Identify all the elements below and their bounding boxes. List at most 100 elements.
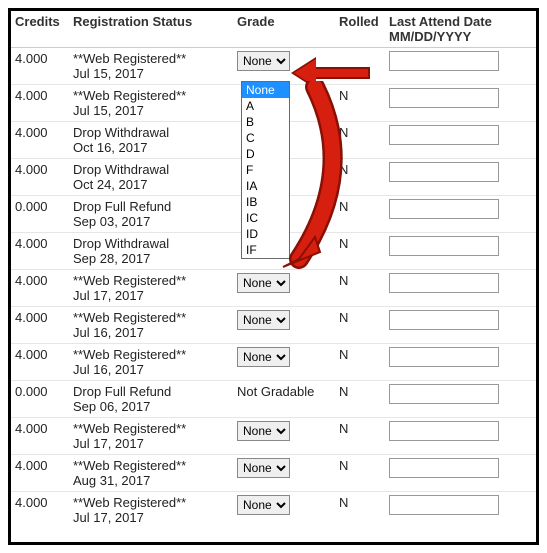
last-attend-input[interactable]	[389, 162, 499, 182]
last-attend-cell	[385, 455, 536, 492]
reg-status-text: Drop Withdrawal	[73, 236, 169, 251]
reg-status-cell: Drop WithdrawalOct 24, 2017	[69, 159, 233, 196]
rolled-cell: N	[335, 233, 385, 270]
grade-option[interactable]: IC	[242, 210, 289, 226]
grade-select[interactable]: NoneABCDFIAIBICIDIF	[237, 310, 290, 330]
table-row: 4.000**Web Registered**Jul 16, 2017NoneA…	[11, 344, 536, 381]
reg-status-text: Drop Full Refund	[73, 384, 171, 399]
credits-cell: 4.000	[11, 344, 69, 381]
reg-status-cell: **Web Registered**Jul 15, 2017	[69, 48, 233, 85]
grade-option[interactable]: F	[242, 162, 289, 178]
grade-option[interactable]: D	[242, 146, 289, 162]
reg-status-date: Jul 17, 2017	[73, 288, 229, 303]
table-row: 4.000**Web Registered**Jul 15, 2017NoneA…	[11, 48, 536, 85]
grade-option[interactable]: IA	[242, 178, 289, 194]
credits-cell: 4.000	[11, 48, 69, 85]
table-row: 4.000**Web Registered**Jul 17, 2017NoneA…	[11, 270, 536, 307]
credits-cell: 0.000	[11, 381, 69, 418]
credits-cell: 4.000	[11, 492, 69, 529]
reg-status-cell: **Web Registered**Jul 15, 2017	[69, 85, 233, 122]
last-attend-input[interactable]	[389, 347, 499, 367]
table-row: 4.000**Web Registered**Aug 31, 2017NoneA…	[11, 455, 536, 492]
grade-option[interactable]: IF	[242, 242, 289, 258]
col-header-credits: Credits	[11, 11, 69, 48]
col-header-grade: Grade	[233, 11, 335, 48]
reg-status-date: Oct 24, 2017	[73, 177, 229, 192]
rolled-cell: N	[335, 344, 385, 381]
grade-select[interactable]: NoneABCDFIAIBICIDIF	[237, 347, 290, 367]
reg-status-cell: **Web Registered**Jul 16, 2017	[69, 344, 233, 381]
rolled-cell: N	[335, 159, 385, 196]
last-attend-input[interactable]	[389, 125, 499, 145]
rolled-cell: N	[335, 85, 385, 122]
grade-select[interactable]: NoneABCDFIAIBICIDIF	[237, 421, 290, 441]
reg-status-date: Jul 15, 2017	[73, 66, 229, 81]
grade-cell: NoneABCDFIAIBICIDIF	[233, 492, 335, 529]
credits-cell: 4.000	[11, 85, 69, 122]
reg-status-cell: **Web Registered**Jul 17, 2017	[69, 270, 233, 307]
last-attend-cell	[385, 344, 536, 381]
grade-select[interactable]: NoneABCDFIAIBICIDIF	[237, 458, 290, 478]
reg-status-text: **Web Registered**	[73, 458, 186, 473]
grade-cell: NoneABCDFIAIBICIDIF	[233, 344, 335, 381]
grade-option[interactable]: IB	[242, 194, 289, 210]
grade-cell: NoneABCDFIAIBICIDIF	[233, 418, 335, 455]
grade-option[interactable]: A	[242, 98, 289, 114]
reg-status-cell: Drop Full RefundSep 06, 2017	[69, 381, 233, 418]
rolled-cell: N	[335, 196, 385, 233]
grade-option[interactable]: None	[242, 82, 289, 98]
last-attend-input[interactable]	[389, 495, 499, 515]
last-attend-cell	[385, 418, 536, 455]
reg-status-date: Sep 03, 2017	[73, 214, 229, 229]
reg-status-date: Jul 15, 2017	[73, 103, 229, 118]
reg-status-date: Jul 17, 2017	[73, 436, 229, 451]
last-attend-cell	[385, 270, 536, 307]
reg-status-cell: **Web Registered**Jul 17, 2017	[69, 492, 233, 529]
last-attend-input[interactable]	[389, 199, 499, 219]
reg-status-text: **Web Registered**	[73, 495, 186, 510]
grade-cell: NoneABCDFIAIBICIDIF	[233, 307, 335, 344]
credits-cell: 4.000	[11, 233, 69, 270]
rolled-cell: N	[335, 492, 385, 529]
reg-status-text: **Web Registered**	[73, 421, 186, 436]
reg-status-text: **Web Registered**	[73, 51, 186, 66]
last-attend-cell	[385, 85, 536, 122]
reg-status-cell: Drop WithdrawalSep 28, 2017	[69, 233, 233, 270]
last-attend-input[interactable]	[389, 88, 499, 108]
credits-cell: 4.000	[11, 270, 69, 307]
reg-status-text: Drop Withdrawal	[73, 125, 169, 140]
grade-dropdown-open[interactable]: NoneABCDFIAIBICIDIF	[241, 81, 290, 259]
grade-select[interactable]: NoneABCDFIAIBICIDIF	[237, 495, 290, 515]
grade-option[interactable]: C	[242, 130, 289, 146]
last-attend-input[interactable]	[389, 273, 499, 293]
reg-status-date: Sep 06, 2017	[73, 399, 229, 414]
grade-entry-panel: Credits Registration Status Grade Rolled…	[8, 8, 539, 545]
reg-status-cell: **Web Registered**Jul 17, 2017	[69, 418, 233, 455]
last-attend-input[interactable]	[389, 458, 499, 478]
reg-status-text: **Web Registered**	[73, 310, 186, 325]
reg-status-date: Jul 17, 2017	[73, 510, 229, 525]
reg-status-cell: **Web Registered**Aug 31, 2017	[69, 455, 233, 492]
grade-option[interactable]: ID	[242, 226, 289, 242]
last-attend-cell	[385, 159, 536, 196]
reg-status-cell: Drop WithdrawalOct 16, 2017	[69, 122, 233, 159]
reg-status-cell: Drop Full RefundSep 03, 2017	[69, 196, 233, 233]
reg-status-date: Aug 31, 2017	[73, 473, 229, 488]
last-attend-input[interactable]	[389, 310, 499, 330]
reg-status-text: Drop Full Refund	[73, 199, 171, 214]
grade-select[interactable]: NoneABCDFIAIBICIDIF	[237, 51, 290, 71]
grade-cell: NoneABCDFIAIBICIDIF	[233, 455, 335, 492]
col-header-last-attend: Last Attend Date MM/DD/YYYY	[385, 11, 536, 48]
reg-status-cell: **Web Registered**Jul 16, 2017	[69, 307, 233, 344]
reg-status-text: **Web Registered**	[73, 273, 186, 288]
grade-select[interactable]: NoneABCDFIAIBICIDIF	[237, 273, 290, 293]
reg-status-date: Jul 16, 2017	[73, 362, 229, 377]
last-attend-input[interactable]	[389, 421, 499, 441]
rolled-cell: N	[335, 418, 385, 455]
grade-option[interactable]: B	[242, 114, 289, 130]
last-attend-cell	[385, 233, 536, 270]
table-row: 0.000Drop Full RefundSep 06, 2017Not Gra…	[11, 381, 536, 418]
last-attend-input[interactable]	[389, 51, 499, 71]
last-attend-input[interactable]	[389, 236, 499, 256]
last-attend-input[interactable]	[389, 384, 499, 404]
